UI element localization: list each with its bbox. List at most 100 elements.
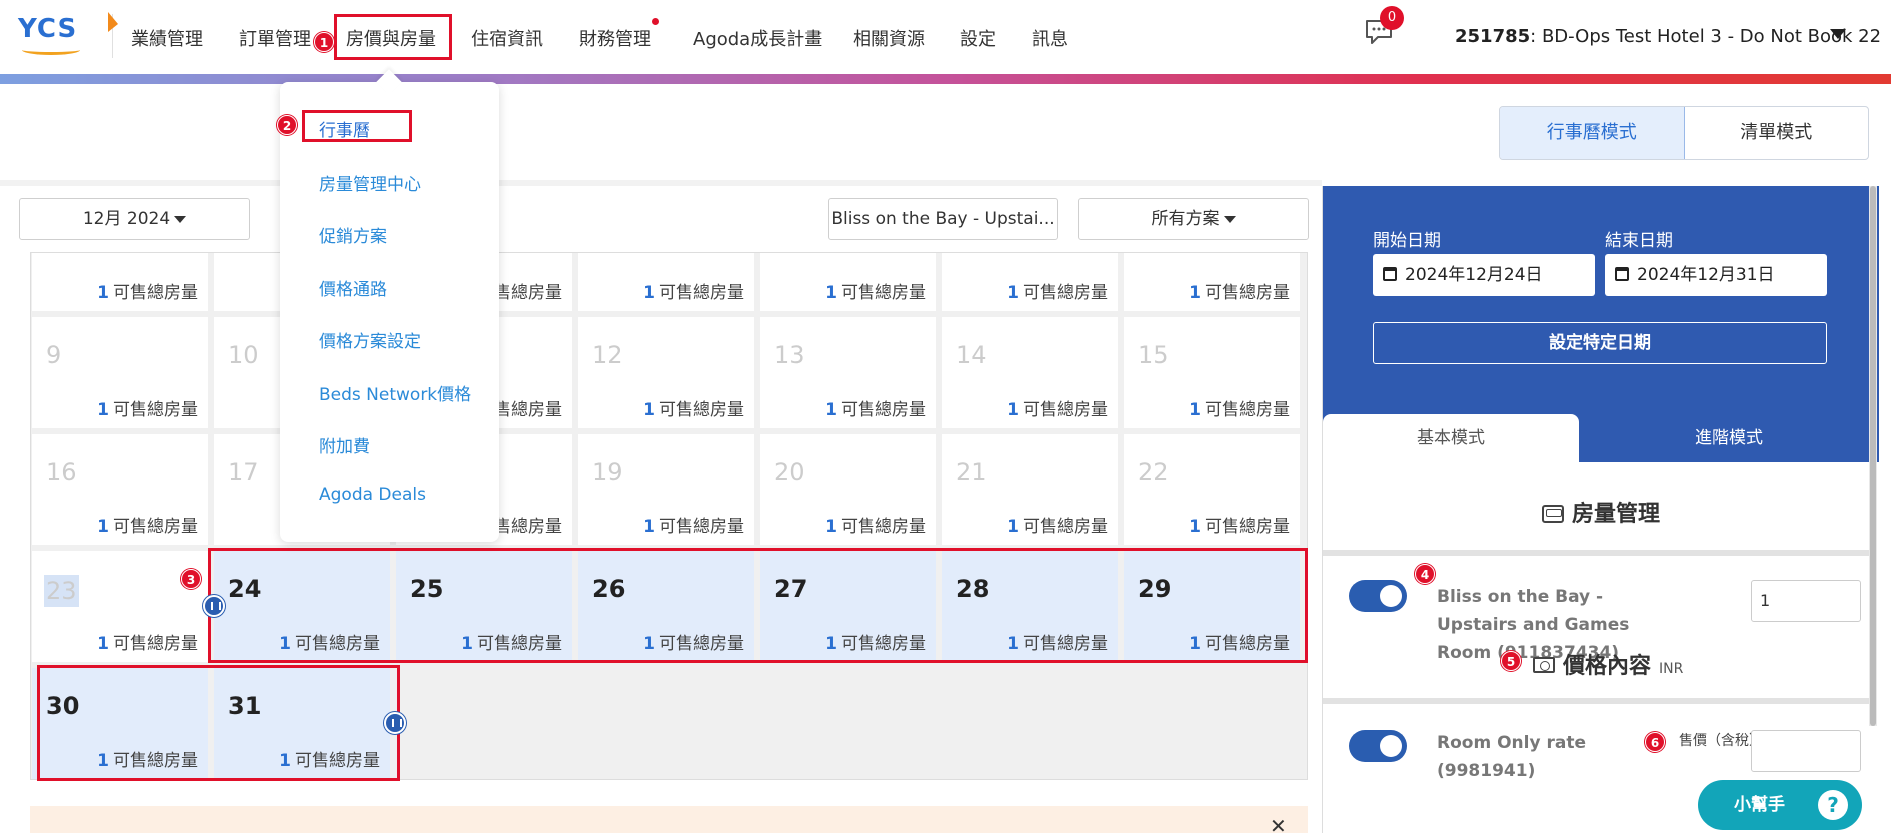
calendar-day-cell[interactable]: 13 1 可售總房量: [760, 317, 936, 428]
rate-plan-toggle[interactable]: [1349, 730, 1407, 762]
calendar-day-cell[interactable]: 22 1 可售總房量: [1124, 434, 1300, 545]
range-end-handle[interactable]: [384, 712, 406, 734]
inventory-heading: 房量管理: [1323, 496, 1879, 528]
calendar-day-cell[interactable]: 1可售總房量: [942, 253, 1118, 311]
menu-item-agoda-deals[interactable]: Agoda Deals: [319, 485, 426, 505]
room-select[interactable]: Bliss on the Bay - Upstai...: [828, 198, 1058, 240]
available-rooms-text: 可售總房量: [841, 400, 926, 420]
calendar-day-cell[interactable]: 1可售總房量: [760, 253, 936, 311]
range-start-handle[interactable]: [203, 595, 225, 617]
available-rooms-count: 1: [97, 283, 109, 303]
available-rooms-count: 1: [825, 283, 837, 303]
chevron-down-icon: [174, 215, 187, 223]
calendar-day-number: 13: [774, 341, 805, 369]
start-date-input[interactable]: 2024年12月24日: [1373, 254, 1595, 296]
step-marker-4: 4: [1415, 564, 1435, 584]
available-rooms-count: 1: [1189, 517, 1201, 537]
close-icon[interactable]: ✕: [1270, 814, 1287, 833]
hotel-dropdown-caret-icon[interactable]: [1830, 29, 1846, 39]
start-date-value: 2024年12月24日: [1405, 265, 1543, 285]
nav-bookings[interactable]: 訂單管理: [239, 25, 311, 51]
nav-property-info[interactable]: 住宿資訊: [471, 25, 543, 51]
menu-item-inventory-center[interactable]: 房量管理中心: [319, 170, 421, 195]
menu-item-surcharges[interactable]: 附加費: [319, 432, 370, 457]
tab-advanced-mode[interactable]: 進階模式: [1579, 414, 1879, 462]
available-rooms-label: 1可售總房量: [1007, 512, 1108, 537]
menu-item-rate-plan-settings[interactable]: 價格方案設定: [319, 327, 421, 352]
menu-item-beds-network[interactable]: Beds Network價格: [319, 380, 471, 405]
available-rooms-label: 1可售總房量: [97, 629, 198, 654]
rate-title: 價格內容: [1563, 654, 1652, 679]
available-rooms-count: 1: [1007, 283, 1019, 303]
question-icon: ?: [1818, 790, 1848, 820]
calendar-day-cell[interactable]: 19 1 可售總房量: [578, 434, 754, 545]
calendar-day-number: 16: [46, 458, 77, 486]
ycs-logo[interactable]: YCS: [18, 14, 82, 55]
hotel-selector[interactable]: 251785: BD-Ops Test Hotel 3 - Do Not Boo…: [1455, 26, 1881, 47]
menu-item-promotions[interactable]: 促銷方案: [319, 222, 387, 247]
tab-basic-mode[interactable]: 基本模式: [1323, 414, 1579, 462]
available-rooms-label: 1可售總房量: [1189, 278, 1290, 303]
notice-banner: [30, 806, 1308, 833]
rate-plan-name: Room Only rate (9981941): [1437, 733, 1586, 781]
end-date-input[interactable]: 2024年12月31日: [1605, 254, 1827, 296]
room-value: Bliss on the Bay - Upstai...: [831, 209, 1055, 229]
available-rooms-text: 可售總房量: [659, 400, 744, 420]
nav-finance[interactable]: 財務管理: [579, 25, 651, 51]
nav-settings[interactable]: 設定: [960, 25, 996, 51]
available-rooms-text: 可售總房量: [841, 517, 926, 537]
nav-growth-program[interactable]: Agoda成長計畫: [693, 25, 822, 51]
available-rooms-count: 1: [1007, 517, 1019, 537]
available-rooms-text: 可售總房量: [1023, 283, 1108, 303]
calendar-day-cell[interactable]: 16 1 可售總房量: [32, 434, 208, 545]
menu-item-rate-channels[interactable]: 價格通路: [319, 275, 387, 300]
price-input[interactable]: [1751, 730, 1861, 772]
scrollbar-thumb[interactable]: [1870, 186, 1876, 726]
nav-messages[interactable]: 訊息: [1032, 25, 1068, 51]
available-rooms-count: 1: [1007, 400, 1019, 420]
menu-highlight-box: [302, 110, 412, 142]
set-specific-dates-button[interactable]: 設定特定日期: [1373, 322, 1827, 364]
calendar-day-cell[interactable]: 1可售總房量: [1124, 253, 1300, 311]
calendar-day-cell[interactable]: 21 1 可售總房量: [942, 434, 1118, 545]
logo-swoosh: [22, 45, 80, 55]
chevron-down-icon: [1223, 215, 1236, 223]
calendar-day-cell[interactable]: 20 1 可售總房量: [760, 434, 936, 545]
calendar-day-cell[interactable]: 9 1 可售總房量: [32, 317, 208, 428]
calendar-day-cell[interactable]: 1可售總房量: [578, 253, 754, 311]
nav-highlight-box: [334, 14, 452, 60]
available-rooms-count: 1: [1189, 400, 1201, 420]
date-range-section: 開始日期 結束日期 2024年12月24日 2024年12月31日 設定特定日期…: [1323, 186, 1879, 462]
calendar-day-number: 20: [774, 458, 805, 486]
nav-resources[interactable]: 相關資源: [853, 25, 925, 51]
money-icon: [1533, 657, 1555, 673]
available-rooms-text: 可售總房量: [1023, 517, 1108, 537]
calendar-day-cell[interactable]: 14 1 可售總房量: [942, 317, 1118, 428]
calendar-day-cell[interactable]: 15 1 可售總房量: [1124, 317, 1300, 428]
month-select[interactable]: 12月 2024: [19, 198, 250, 240]
calendar-day-cell[interactable]: 12 1 可售總房量: [578, 317, 754, 428]
month-value: 12月 2024: [82, 209, 171, 229]
nav-performance[interactable]: 業績管理: [131, 25, 203, 51]
calendar-icon: [1615, 267, 1629, 281]
logo-text: YCS: [18, 14, 78, 44]
available-rooms-label: 1可售總房量: [1189, 395, 1290, 420]
available-rooms-text: 可售總房量: [113, 517, 198, 537]
room-quantity-input[interactable]: 1: [1751, 580, 1861, 622]
plan-select[interactable]: 所有方案: [1078, 198, 1309, 240]
available-rooms-label: 1可售總房量: [1189, 512, 1290, 537]
calendar-day-number: 10: [228, 341, 259, 369]
calendar-day-cell[interactable]: 23 1 可售總房量: [32, 551, 208, 662]
calendar-mode-button[interactable]: 行事曆模式: [1500, 107, 1685, 159]
available-rooms-label: 1可售總房量: [97, 512, 198, 537]
room-toggle[interactable]: [1349, 580, 1407, 612]
panel-scrollbar[interactable]: [1869, 186, 1877, 726]
list-mode-button[interactable]: 清單模式: [1685, 107, 1869, 159]
step-marker-6: 6: [1645, 732, 1665, 752]
calendar-day-cell[interactable]: 1可售總房量: [32, 253, 208, 311]
calendar-day-number: 21: [956, 458, 987, 486]
rate-editor-panel: 開始日期 結束日期 2024年12月24日 2024年12月31日 設定特定日期…: [1322, 186, 1879, 833]
end-date-value: 2024年12月31日: [1637, 265, 1775, 285]
calendar-day-number: 23: [44, 575, 79, 607]
helper-button[interactable]: 小幫手?: [1698, 780, 1862, 830]
